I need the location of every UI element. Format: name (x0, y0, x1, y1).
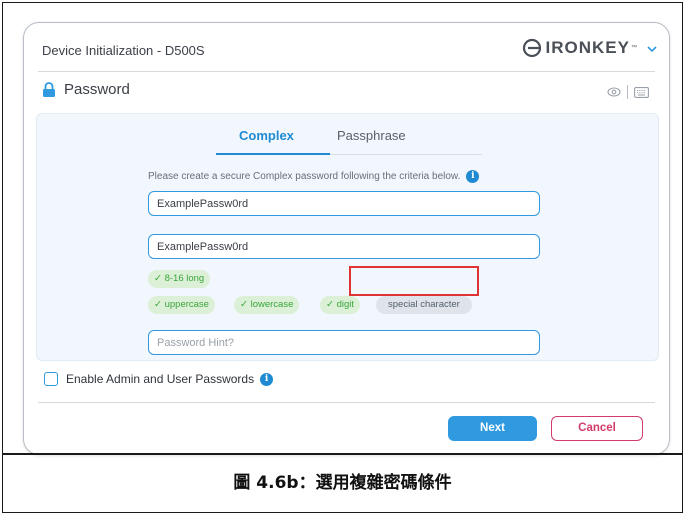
password-input[interactable] (148, 191, 540, 216)
admin-passwords-label: Enable Admin and User Passwords (66, 372, 255, 386)
brand-trademark: ™ (631, 45, 637, 51)
header-tools (607, 85, 649, 99)
figure-frame: Device Initialization - D500S IRONKEY ™ … (2, 2, 683, 513)
section-header: Password (42, 81, 130, 98)
cancel-button[interactable]: Cancel (551, 416, 643, 441)
admin-passwords-checkbox[interactable] (44, 372, 58, 386)
brand-name: IRONKEY (545, 38, 630, 57)
tab-complex[interactable]: Complex (239, 128, 294, 143)
chevron-down-icon[interactable] (647, 45, 657, 53)
criteria-length-badge: ✓ 8-16 long (148, 270, 211, 288)
criteria-lowercase-badge: ✓ lowercase (234, 296, 300, 314)
app-window: Device Initialization - D500S IRONKEY ™ … (23, 22, 670, 455)
criteria-uppercase-badge: ✓ uppercase (148, 296, 215, 314)
footer-divider (38, 402, 655, 403)
info-icon[interactable]: i (466, 170, 480, 183)
password-hint-input[interactable] (148, 330, 540, 355)
figure-caption: 圖 4.6b：選用複雜密碼條件 (233, 473, 452, 493)
info-icon[interactable]: i (260, 372, 274, 386)
eye-icon[interactable] (607, 87, 621, 97)
instruction-text: Please create a secure Complex password … (148, 170, 480, 183)
keyboard-icon[interactable] (634, 86, 649, 98)
password-panel: Complex Passphrase Please create a secur… (36, 113, 659, 361)
ironkey-logo-icon (522, 38, 541, 58)
tool-divider (627, 85, 628, 99)
caption-divider (2, 453, 683, 455)
tab-passphrase[interactable]: Passphrase (337, 128, 406, 143)
brand-logo: IRONKEY ™ (522, 38, 637, 58)
highlight-annotation (349, 266, 479, 296)
section-title: Password (64, 81, 130, 98)
confirm-password-input[interactable] (148, 234, 540, 259)
admin-option-row: Enable Admin and User Passwords i (44, 372, 274, 386)
lock-icon (43, 82, 55, 97)
title-divider (38, 71, 655, 72)
next-button[interactable]: Next (448, 416, 537, 441)
instruction-label: Please create a secure Complex password … (148, 171, 461, 182)
criteria-digit-badge: ✓ digit (320, 296, 361, 314)
criteria-special-badge: special character (376, 296, 472, 314)
title-bar: Device Initialization - D500S IRONKEY ™ (24, 23, 669, 71)
active-tab-indicator (216, 153, 330, 155)
window-title: Device Initialization - D500S (42, 43, 205, 58)
